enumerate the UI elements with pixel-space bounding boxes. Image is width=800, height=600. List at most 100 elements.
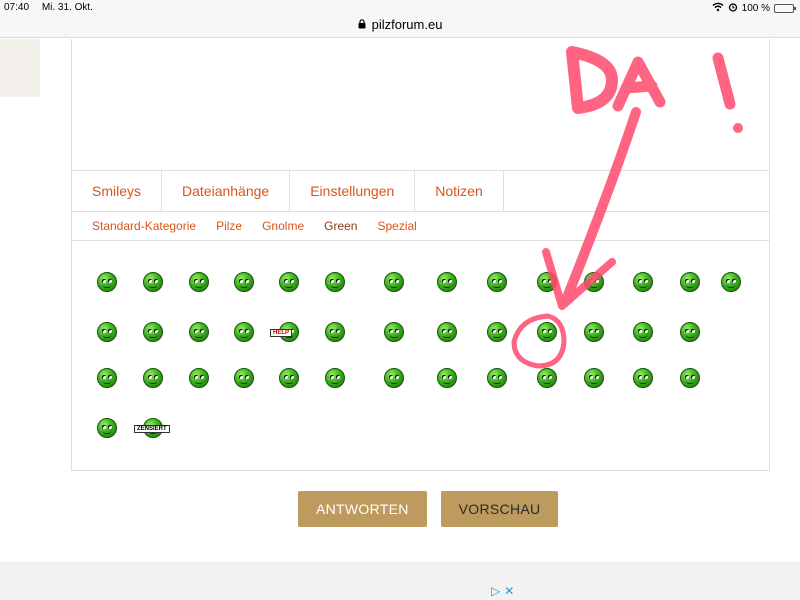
smiley-face [384, 322, 404, 342]
smiley-eek-icon[interactable] [716, 267, 746, 297]
smiley-face [143, 322, 163, 342]
alarm-icon [728, 2, 738, 15]
smiley-idea-icon[interactable] [379, 317, 409, 347]
smiley-green-icon[interactable] [628, 363, 658, 393]
smiley-face [584, 368, 604, 388]
smiley-face [97, 322, 117, 342]
tab-attachments[interactable]: Dateianhänge [162, 171, 291, 212]
smiley-run-icon[interactable] [320, 317, 350, 347]
smiley-face [537, 322, 557, 342]
battery-percent: 100 % [741, 3, 770, 14]
editor-tabs: Smileys Dateianhänge Einstellungen Notiz… [72, 170, 769, 212]
smiley-clappy-icon[interactable] [675, 317, 705, 347]
status-date: Mi. 31. Okt. [41, 2, 93, 13]
smiley-laugh-icon[interactable] [92, 317, 122, 347]
smiley-bomb-icon[interactable] [675, 363, 705, 393]
smiley-winky-icon[interactable] [432, 317, 462, 347]
smiley-face [537, 368, 557, 388]
smiley-smile-icon[interactable] [92, 267, 122, 297]
smiley-tongue-icon[interactable] [138, 317, 168, 347]
smiley-confused-icon[interactable] [675, 267, 705, 297]
smiley-face [279, 272, 299, 292]
smiley-beard-icon[interactable] [274, 363, 304, 393]
smiley-face [487, 368, 507, 388]
category-gnolme[interactable]: Gnolme [262, 219, 304, 233]
smiley-cool-icon[interactable] [92, 363, 122, 393]
tab-settings[interactable]: Einstellungen [290, 171, 416, 212]
reply-button[interactable]: ANTWORTEN [298, 491, 427, 527]
smiley-eyes-icon[interactable] [138, 363, 168, 393]
smiley-sunglasses-icon[interactable] [579, 267, 609, 297]
smiley-face [584, 272, 604, 292]
smiley-arrow-icon[interactable] [274, 267, 304, 297]
smiley-silly-icon[interactable] [532, 317, 562, 347]
smiley-horn-icon[interactable] [482, 363, 512, 393]
smiley-pacman-icon[interactable] [482, 317, 512, 347]
smiley-face [584, 322, 604, 342]
lock-icon [358, 19, 369, 32]
smiley-pink-icon[interactable] [379, 363, 409, 393]
smiley-face [325, 272, 345, 292]
smiley-sick-icon[interactable] [432, 267, 462, 297]
smiley-music-icon[interactable] [184, 363, 214, 393]
left-panel-stub [0, 39, 40, 97]
smiley-wave-icon[interactable] [532, 267, 562, 297]
smiley-ref-icon[interactable] [532, 363, 562, 393]
smiley-clap-icon[interactable] [379, 267, 409, 297]
smiley-devil-icon[interactable] [432, 363, 462, 393]
smiley-face [325, 368, 345, 388]
smiley-face [680, 322, 700, 342]
smiley-hide-icon[interactable] [92, 413, 122, 443]
smiley-face [633, 368, 653, 388]
category-pilze[interactable]: Pilze [216, 219, 242, 233]
smiley-face [189, 322, 209, 342]
smiley-face [721, 272, 741, 292]
smiley-mower-icon[interactable] [320, 267, 350, 297]
tab-notes[interactable]: Notizen [415, 171, 504, 212]
preview-button[interactable]: VORSCHAU [440, 491, 559, 527]
smiley-cry-icon[interactable] [184, 317, 214, 347]
smiley-wheel-icon[interactable] [229, 317, 259, 347]
smiley-face [97, 368, 117, 388]
smiley-boxer-icon[interactable] [579, 363, 609, 393]
smiley-face [97, 272, 117, 292]
smiley-neutral-icon[interactable] [184, 267, 214, 297]
smiley-face [437, 322, 457, 342]
category-standard[interactable]: Standard-Kategorie [92, 219, 196, 233]
category-green[interactable]: Green [324, 219, 357, 233]
smiley-sleepy-icon[interactable] [229, 363, 259, 393]
smiley-happy-icon[interactable] [482, 267, 512, 297]
wifi-icon [712, 2, 724, 15]
url-text[interactable]: pilzforum.eu [372, 17, 443, 32]
smiley-zensiert-icon[interactable]: ZENSIERT [134, 413, 170, 443]
address-bar[interactable]: pilzforum.eu [0, 16, 800, 38]
smiley-categories: Standard-Kategorie Pilze Gnolme Green Sp… [72, 212, 769, 241]
status-bar: 07:40 Mi. 31. Okt. 100 % [0, 0, 800, 16]
smiley-face [537, 272, 557, 292]
smiley-face [680, 272, 700, 292]
smiley-face [633, 322, 653, 342]
smiley-label: HELP [270, 329, 293, 337]
smiley-glare-icon[interactable] [320, 363, 350, 393]
smiley-face [487, 322, 507, 342]
smiley-surprise-icon[interactable] [628, 317, 658, 347]
smiley-grin-icon[interactable] [138, 267, 168, 297]
ad-choices-icon[interactable]: ▷✕ [491, 584, 518, 598]
smiley-face [633, 272, 653, 292]
smiley-face [325, 322, 345, 342]
smiley-help-icon[interactable]: HELP [270, 317, 304, 347]
tab-smileys[interactable]: Smileys [72, 171, 163, 212]
smiley-wink-icon[interactable] [628, 267, 658, 297]
category-spezial[interactable]: Spezial [377, 219, 416, 233]
smiley-face [437, 272, 457, 292]
ad-banner [0, 562, 800, 600]
smiley-face [384, 368, 404, 388]
status-time: 07:40 [4, 2, 30, 13]
smiley-face [234, 322, 254, 342]
smiley-face [143, 368, 163, 388]
action-buttons: ANTWORTEN VORSCHAU [298, 491, 559, 527]
smiley-shock-icon[interactable] [579, 317, 609, 347]
smiley-teeth-icon[interactable] [229, 267, 259, 297]
smiley-face [279, 368, 299, 388]
smiley-label: ZENSIERT [134, 425, 170, 433]
